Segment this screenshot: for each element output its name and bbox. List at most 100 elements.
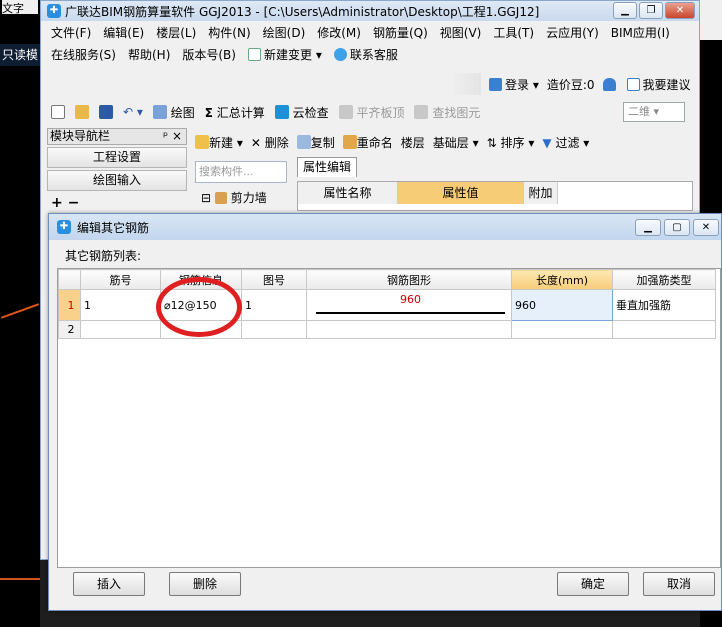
shape-dimension: 960 xyxy=(400,293,421,306)
restore-button[interactable]: ❐ xyxy=(639,2,663,19)
copy-icon xyxy=(296,134,311,149)
window-title: 广联达BIM钢筋算量软件 GGJ2013 - [C:\Users\Adminis… xyxy=(65,4,540,19)
new-icon xyxy=(195,134,209,149)
prop-header-value: 属性值 xyxy=(398,182,524,204)
menu-draw[interactable]: 绘图(D) xyxy=(263,24,306,41)
calc-button[interactable]: Σ 汇总计算 xyxy=(205,104,265,121)
menu-component[interactable]: 构件(N) xyxy=(208,24,250,41)
menu-bim[interactable]: BIM应用(I) xyxy=(611,24,670,41)
cad-line xyxy=(0,578,40,580)
filter-icon: ▼ xyxy=(542,135,552,150)
cell-bar-shape[interactable]: 960 xyxy=(306,289,512,321)
view-mode-dropdown[interactable]: 二维 ▾ xyxy=(623,102,685,122)
corner-cell xyxy=(58,269,81,290)
cell-figure-no[interactable]: 1 xyxy=(241,289,307,321)
find-element-button[interactable]: 查找图元 xyxy=(414,104,480,121)
menu-bar: 文件(F) 编辑(E) 楼层(L) 构件(N) 绘图(D) 修改(M) 钢筋量(… xyxy=(41,21,699,43)
new-file-icon[interactable] xyxy=(51,105,65,119)
undo-icon[interactable]: ↶ ▾ xyxy=(123,105,143,119)
menu-modify[interactable]: 修改(M) xyxy=(317,24,361,41)
main-toolbar: ↶ ▾ 绘图 Σ 汇总计算 云检查 平齐板顶 查找图元 xyxy=(41,99,699,125)
background-canvas-left: 文字 只读模 xyxy=(0,0,40,627)
cancel-button[interactable]: 取消 xyxy=(643,572,715,596)
property-grid: 属性名称 属性值 附加 xyxy=(297,181,693,211)
menu-online-service[interactable]: 在线服务(S) xyxy=(51,46,116,63)
ok-button[interactable]: 确定 xyxy=(557,572,629,596)
insert-button[interactable]: 插入 xyxy=(73,572,145,596)
cell-length[interactable] xyxy=(511,320,613,339)
cell-figure-no[interactable] xyxy=(241,320,307,339)
cloud-check-icon xyxy=(274,104,289,119)
close-button[interactable]: ✕ xyxy=(665,2,695,19)
customer-service-button[interactable]: 联系客服 xyxy=(333,46,398,63)
row-number[interactable]: 2 xyxy=(58,320,81,339)
menu-file[interactable]: 文件(F) xyxy=(51,24,91,41)
cloud-check-button[interactable]: 云检查 xyxy=(274,104,329,121)
minimize-button[interactable]: ▁ xyxy=(613,2,637,19)
prop-header-name: 属性名称 xyxy=(298,182,398,204)
cell-bar-shape[interactable] xyxy=(306,320,512,339)
row-number[interactable]: 1 xyxy=(58,289,81,321)
menu-edit[interactable]: 编辑(E) xyxy=(103,24,144,41)
table-row[interactable]: 2 xyxy=(58,320,716,339)
sigma-icon: Σ xyxy=(204,105,213,120)
menu-help[interactable]: 帮助(H) xyxy=(128,46,170,63)
cell-rebar-type[interactable]: 垂直加强筋 xyxy=(612,289,716,321)
readonly-mode-label: 只读模 xyxy=(0,44,40,66)
sort-button[interactable]: ⇅ 排序 ▾ xyxy=(487,134,535,151)
menu-rebar-quantity[interactable]: 钢筋量(Q) xyxy=(373,24,428,41)
draw-button[interactable]: 绘图 xyxy=(152,104,195,121)
new-component-button[interactable]: 新建 ▾ xyxy=(195,134,243,151)
open-folder-icon[interactable] xyxy=(75,105,89,119)
bell-icon[interactable] xyxy=(602,77,616,91)
table-header-row: 筋号 钢筋信息 图号 钢筋图形 长度(mm) 加强筋类型 xyxy=(58,269,716,290)
login-button[interactable]: 登录 ▾ xyxy=(489,76,539,93)
project-settings-button[interactable]: 工程设置 xyxy=(47,147,187,168)
dialog-minimize-button[interactable]: ▁ xyxy=(635,219,661,236)
draw-input-button[interactable]: 绘图输入 xyxy=(47,170,187,191)
rename-button[interactable]: 重命名 xyxy=(342,134,393,151)
component-search-input[interactable]: 搜索构件... xyxy=(195,161,287,183)
dialog-title: 编辑其它钢筋 xyxy=(77,220,150,235)
dialog-maximize-button[interactable]: ▢ xyxy=(664,219,690,236)
col-header-bar-no: 筋号 xyxy=(80,269,161,290)
delete-button[interactable]: 删除 xyxy=(169,572,241,596)
filter-button[interactable]: ▼ 过滤 ▾ xyxy=(542,134,589,151)
title-bar: ✚ 广联达BIM钢筋算量软件 GGJ2013 - [C:\Users\Admin… xyxy=(41,1,699,21)
floor-dropdown[interactable]: 基础层 ▾ xyxy=(433,134,479,151)
close-icon[interactable]: ᵖ × xyxy=(163,129,182,144)
copy-component-button[interactable]: 复制 xyxy=(296,134,335,151)
cell-bar-no[interactable] xyxy=(80,320,161,339)
background-text: 文字 xyxy=(2,0,38,15)
rebar-shape-line xyxy=(316,312,505,314)
user-icon xyxy=(489,77,502,91)
rebar-list-label: 其它钢筋列表: xyxy=(65,249,142,263)
new-change-button[interactable]: 新建变更 ▾ xyxy=(247,46,322,63)
col-header-bar-shape: 钢筋图形 xyxy=(306,269,512,290)
suggest-button[interactable]: 我要建议 xyxy=(626,76,691,93)
flatten-slab-button[interactable]: 平齐板顶 xyxy=(338,104,404,121)
menu-floor[interactable]: 楼层(L) xyxy=(156,24,196,41)
app-logo-icon: ✚ xyxy=(57,220,71,234)
chat-icon xyxy=(333,47,347,61)
nav-header: 模块导航栏 ᵖ × xyxy=(47,128,187,145)
save-icon[interactable] xyxy=(99,105,113,119)
delete-component-button[interactable]: ✕ 删除 xyxy=(251,134,289,151)
prop-header-extra: 附加 xyxy=(524,182,558,204)
expand-collapse-icons[interactable]: + − xyxy=(47,191,187,215)
cell-rebar-type[interactable] xyxy=(612,320,716,339)
menu-view[interactable]: 视图(V) xyxy=(440,24,482,41)
module-nav-panel: 模块导航栏 ᵖ × 工程设置 绘图输入 + − xyxy=(47,128,187,218)
menu-cloud[interactable]: 云应用(Y) xyxy=(546,24,599,41)
component-toolbar: 新建 ▾ ✕ 删除 复制 重命名 楼层 基础层 ▾ ⇅ 排序 ▾ ▼ 过滤 ▾ xyxy=(195,130,589,154)
cell-bar-no[interactable]: 1 xyxy=(80,289,161,321)
dialog-close-button[interactable]: ✕ xyxy=(693,219,719,236)
rename-icon xyxy=(342,134,357,149)
menu-tools[interactable]: 工具(T) xyxy=(493,24,534,41)
cell-length[interactable]: 960 xyxy=(511,289,613,321)
tab-property-edit[interactable]: 属性编辑 xyxy=(297,157,357,177)
tree-item-shear-wall[interactable]: ⊟ 剪力墙 xyxy=(201,189,267,206)
login-bar: 登录 ▾ 造价豆:0 我要建议 xyxy=(451,71,691,97)
dialog-footer: 插入 删除 确定 取消 xyxy=(49,572,721,610)
menu-version[interactable]: 版本号(B) xyxy=(182,46,236,63)
